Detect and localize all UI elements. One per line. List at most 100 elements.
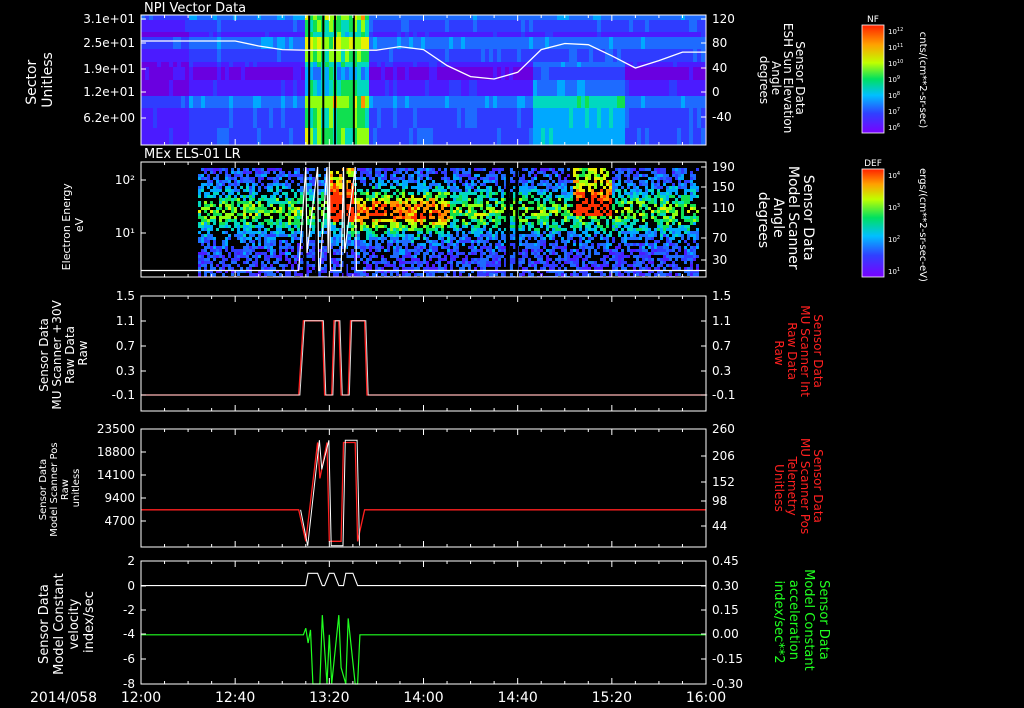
heat-cell xyxy=(537,240,540,243)
heat-cell xyxy=(141,128,145,145)
heat-cell xyxy=(289,32,293,37)
heat-cell xyxy=(438,189,441,192)
heat-cell xyxy=(645,128,649,145)
heat-cell xyxy=(569,49,573,62)
heat-cell xyxy=(593,15,597,20)
heat-cell xyxy=(241,108,245,128)
heat-cell xyxy=(293,80,297,96)
heat-cell xyxy=(474,198,477,201)
heat-cell xyxy=(201,168,204,171)
heat-cell xyxy=(387,246,390,249)
heat-cell xyxy=(360,228,363,231)
heat-cell xyxy=(549,210,552,213)
heat-cell xyxy=(449,49,453,62)
heat-cell xyxy=(234,198,237,201)
heat-cell xyxy=(549,195,552,198)
heat-cell xyxy=(540,204,543,207)
heat-cell xyxy=(231,267,234,270)
heat-cell xyxy=(483,213,486,216)
heat-cell xyxy=(594,180,597,183)
heat-cell xyxy=(237,67,241,80)
heat-cell xyxy=(384,231,387,234)
heat-cell xyxy=(405,243,408,246)
heat-cell xyxy=(569,32,573,37)
heat-cell xyxy=(468,213,471,216)
heat-cell xyxy=(579,207,582,210)
heat-cell xyxy=(519,261,522,264)
heat-cell xyxy=(417,183,420,186)
heat-cell xyxy=(432,216,435,219)
heat-cell xyxy=(249,207,252,210)
heat-cell xyxy=(543,198,546,201)
heat-cell xyxy=(366,237,369,240)
heat-cell xyxy=(543,189,546,192)
heat-cell xyxy=(468,246,471,249)
heat-cell xyxy=(501,62,505,67)
heat-cell xyxy=(411,201,414,204)
heat-cell xyxy=(600,267,603,270)
heat-cell xyxy=(282,210,285,213)
heat-cell xyxy=(445,96,449,108)
tick-label: 40 xyxy=(712,61,727,75)
heat-cell xyxy=(533,32,537,37)
heat-cell xyxy=(189,49,193,62)
heat-cell xyxy=(185,37,189,49)
heat-cell xyxy=(540,192,543,195)
heat-cell xyxy=(612,222,615,225)
heat-cell xyxy=(533,80,537,96)
heat-cell xyxy=(450,189,453,192)
heat-cell xyxy=(423,195,426,198)
heat-cell xyxy=(485,32,489,37)
heat-cell xyxy=(384,189,387,192)
heat-cell xyxy=(333,264,336,267)
heat-cell xyxy=(204,228,207,231)
heat-cell xyxy=(558,225,561,228)
heat-cell xyxy=(273,234,276,237)
heat-cell xyxy=(480,231,483,234)
heat-cell xyxy=(282,171,285,174)
heat-cell xyxy=(390,240,393,243)
heat-cell xyxy=(198,189,201,192)
heat-cell xyxy=(337,37,341,49)
heat-cell xyxy=(417,32,421,37)
heat-cell xyxy=(198,261,201,264)
heat-cell xyxy=(291,231,294,234)
heat-cell xyxy=(357,231,360,234)
heat-cell xyxy=(669,32,673,37)
heat-cell xyxy=(213,168,216,171)
heat-cell xyxy=(429,267,432,270)
heat-cell xyxy=(381,198,384,201)
heat-cell xyxy=(459,210,462,213)
heat-cell xyxy=(399,210,402,213)
heat-cell xyxy=(531,261,534,264)
heat-cell xyxy=(486,240,489,243)
heat-cell xyxy=(325,96,329,108)
heat-cell xyxy=(471,228,474,231)
heat-cell xyxy=(481,108,485,128)
heat-cell xyxy=(603,261,606,264)
heat-cell xyxy=(207,195,210,198)
heat-cell xyxy=(249,246,252,249)
colorbar-tick-label: 1010 xyxy=(888,59,903,68)
heat-cell xyxy=(234,195,237,198)
heat-cell xyxy=(369,96,373,108)
heat-cell xyxy=(249,258,252,261)
heat-cell xyxy=(661,108,665,128)
heat-cell xyxy=(313,67,317,80)
heat-cell xyxy=(609,15,613,20)
heat-cell xyxy=(237,168,240,171)
heat-cell xyxy=(543,168,546,171)
heat-cell xyxy=(509,37,513,49)
heat-cell xyxy=(522,228,525,231)
heat-cell xyxy=(257,62,261,67)
heat-cell xyxy=(198,222,201,225)
heat-cell xyxy=(189,62,193,67)
heat-cell xyxy=(252,183,255,186)
heat-cell xyxy=(579,216,582,219)
heat-cell xyxy=(213,15,217,20)
heat-cell xyxy=(609,183,612,186)
heat-cell xyxy=(285,174,288,177)
heat-cell xyxy=(450,237,453,240)
heat-cell xyxy=(197,108,201,128)
heat-cell xyxy=(381,96,385,108)
